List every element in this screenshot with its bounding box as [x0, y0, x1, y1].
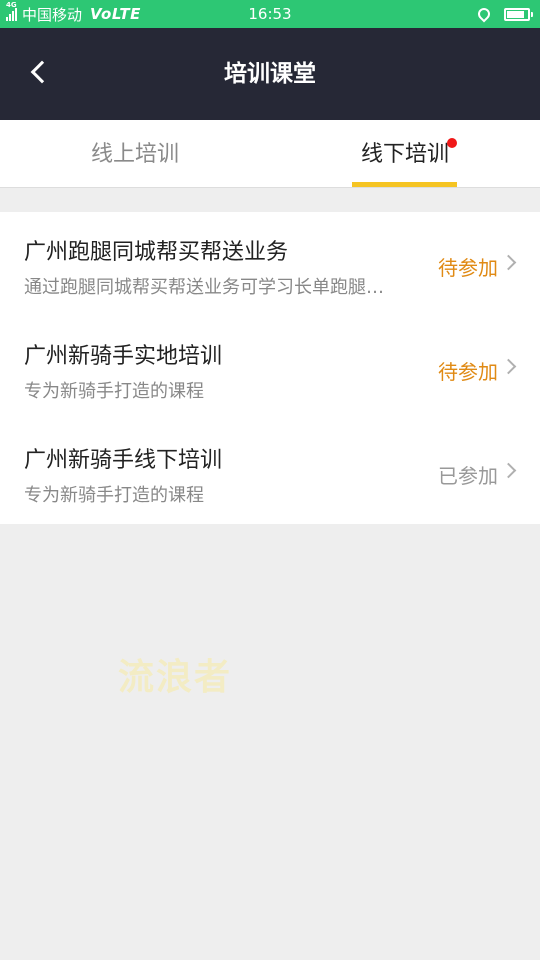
course-list: 广州跑腿同城帮买帮送业务 通过跑腿同城帮买帮送业务可学习长单跑腿相关知识 待参加…	[0, 212, 540, 524]
tab-online-training[interactable]: 线上培训	[0, 120, 270, 187]
course-status: 待参加	[438, 360, 498, 384]
tab-label-wrap: 线下培训	[360, 120, 457, 190]
location-icon	[475, 5, 493, 23]
course-status: 待参加	[438, 256, 498, 280]
watermark: 流浪者	[118, 657, 233, 698]
list-item[interactable]: 广州跑腿同城帮买帮送业务 通过跑腿同城帮买帮送业务可学习长单跑腿相关知识 待参加	[0, 212, 540, 316]
app-header: 培训课堂	[0, 28, 540, 120]
status-bar: 4G 中国移动 VoLTE 16:53	[0, 0, 540, 28]
page-title: 培训课堂	[224, 61, 316, 87]
list-item[interactable]: 广州新骑手实地培训 专为新骑手打造的课程 待参加	[0, 316, 540, 420]
list-item[interactable]: 广州新骑手线下培训 专为新骑手打造的课程 已参加	[0, 420, 540, 524]
battery-icon	[504, 7, 533, 21]
tab-label: 线下培训	[360, 142, 449, 167]
course-status: 已参加	[438, 464, 498, 488]
tab-label: 线上培训	[90, 142, 179, 167]
chevron-right-icon	[500, 254, 517, 271]
status-time: 16:53	[248, 5, 292, 23]
tab-offline-training[interactable]: 线下培训	[270, 120, 540, 187]
chevron-right-icon	[500, 462, 517, 479]
course-description: 专为新骑手打造的课程	[24, 485, 204, 506]
status-right	[475, 0, 533, 28]
course-title: 广州跑腿同城帮买帮送业务	[24, 240, 289, 265]
course-description: 通过跑腿同城帮买帮送业务可学习长单跑腿相关知识	[24, 277, 394, 298]
course-title: 广州新骑手实地培训	[24, 344, 223, 369]
active-tab-indicator	[352, 182, 457, 187]
course-description: 专为新骑手打造的课程	[24, 381, 204, 402]
notification-dot	[447, 138, 457, 148]
tab-bar: 线上培训 线下培训	[0, 120, 540, 188]
chevron-right-icon	[500, 358, 517, 375]
course-title: 广州新骑手线下培训	[24, 448, 223, 473]
